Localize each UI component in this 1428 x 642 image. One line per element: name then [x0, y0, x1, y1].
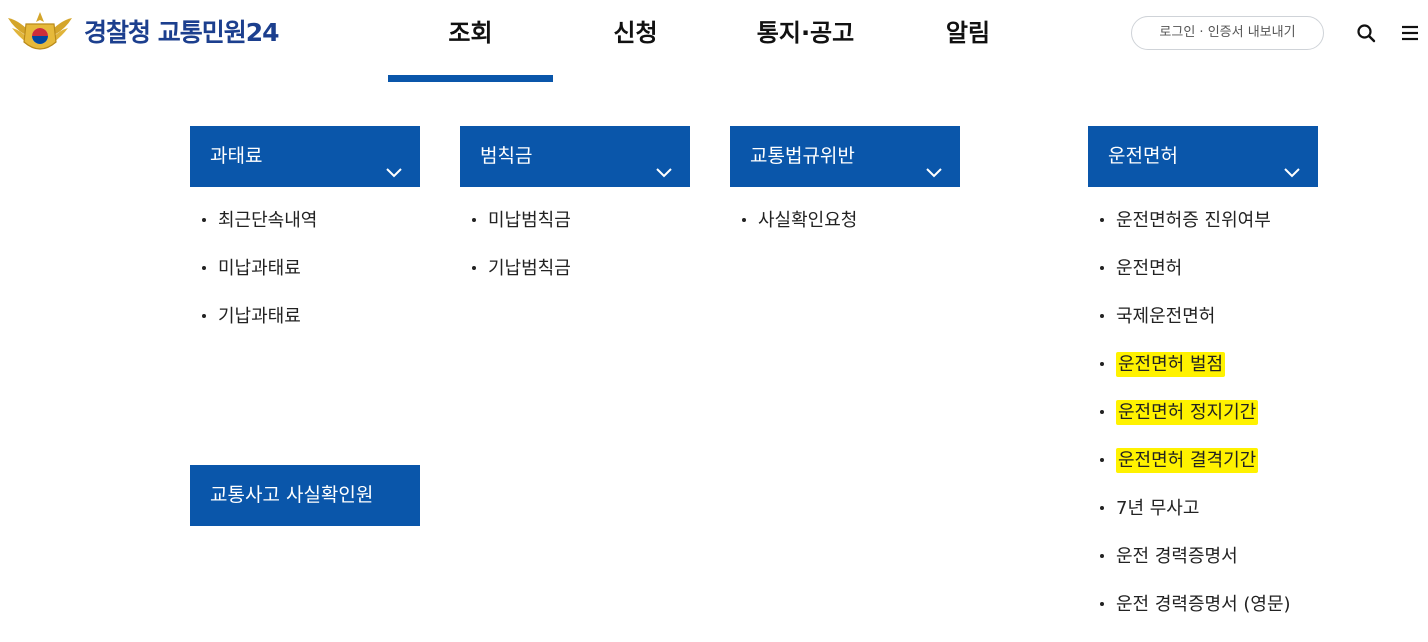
submenu-item: 운전 경력증명서 (영문) [1098, 581, 1291, 629]
link-driving-record-certificate[interactable]: 운전 경력증명서 [1116, 546, 1238, 567]
bullet [1100, 602, 1104, 606]
fines-submenu: 최근단속내역 미납과태료 기납과태료 [200, 197, 317, 341]
chevron-down-icon [1282, 146, 1302, 178]
link-international-license[interactable]: 국제운전면허 [1116, 306, 1215, 327]
submenu-item: 운전면허증 진위여부 [1098, 197, 1291, 245]
category-penalties-title: 범칙금 [480, 145, 533, 167]
link-driving-record-certificate-english[interactable]: 운전 경력증명서 (영문) [1116, 594, 1291, 615]
bullet [472, 266, 476, 270]
submenu-item: 운전면허 [1098, 245, 1291, 293]
category-accident-title: 교통사고 사실확인원 [210, 484, 374, 506]
link-unpaid-penalties[interactable]: 미납범칙금 [488, 210, 571, 231]
bullet [742, 218, 746, 222]
category-license-title: 운전면허 [1108, 145, 1178, 167]
chevron-down-icon [654, 146, 674, 178]
link-license-suspension-period[interactable]: 운전면허 정지기간 [1116, 400, 1259, 425]
link-fact-check-request[interactable]: 사실확인요청 [758, 210, 857, 231]
submenu-item: 국제운전면허 [1098, 293, 1291, 341]
nav-tab-alerts[interactable]: 알림 [928, 0, 1008, 82]
submenu-item: 운전 경력증명서 [1098, 533, 1291, 581]
menu-button[interactable] [1398, 21, 1422, 45]
submenu-item: 운전면허 결격기간 [1098, 437, 1291, 485]
nav-tab-lookup[interactable]: 조회 [388, 0, 553, 82]
nav-tab-notices[interactable]: 통지·공고 [743, 0, 868, 82]
license-submenu: 운전면허증 진위여부 운전면허 국제운전면허 운전면허 벌점 운전면허 정지기간… [1098, 197, 1291, 629]
hamburger-menu-icon [1402, 25, 1418, 41]
category-fines[interactable]: 과태료 [190, 126, 420, 187]
submenu-item: 미납과태료 [200, 245, 317, 293]
category-violations[interactable]: 교통법규위반 [730, 126, 960, 187]
bullet [202, 266, 206, 270]
link-license-disqualification-period[interactable]: 운전면허 결격기간 [1116, 448, 1259, 473]
submenu-item: 기납과태료 [200, 293, 317, 341]
page: 경찰청 교통민원24 조회 신청 통지·공고 알림 로그인 · 인증서 내보내기… [0, 0, 1428, 642]
bullet [472, 218, 476, 222]
search-icon [1357, 24, 1376, 43]
penalties-submenu: 미납범칙금 기납범칙금 [470, 197, 571, 293]
link-license-penalty-points[interactable]: 운전면허 벌점 [1116, 352, 1226, 377]
bullet [1100, 506, 1104, 510]
link-license-authenticity[interactable]: 운전면허증 진위여부 [1116, 210, 1271, 231]
link-unpaid-fines[interactable]: 미납과태료 [218, 258, 301, 279]
submenu-item: 사실확인요청 [740, 197, 857, 245]
link-paid-penalties[interactable]: 기납범칙금 [488, 258, 571, 279]
bullet [1100, 458, 1104, 462]
bullet [202, 218, 206, 222]
chevron-down-icon [924, 146, 944, 178]
nav-tab-apply[interactable]: 신청 [593, 0, 678, 82]
search-button[interactable] [1354, 21, 1378, 45]
bullet [1100, 362, 1104, 366]
submenu-item: 운전면허 벌점 [1098, 341, 1291, 389]
submenu-item: 최근단속내역 [200, 197, 317, 245]
bullet [1100, 554, 1104, 558]
link-license[interactable]: 운전면허 [1116, 258, 1182, 279]
category-violations-title: 교통법규위반 [750, 145, 855, 167]
bullet [1100, 218, 1104, 222]
category-license[interactable]: 운전면허 [1088, 126, 1318, 187]
submenu-item: 기납범칙금 [470, 245, 571, 293]
site-logo[interactable]: 경찰청 교통민원24 [4, 8, 279, 58]
police-emblem-icon [8, 12, 72, 50]
link-seven-year-accident-free[interactable]: 7년 무사고 [1116, 498, 1199, 519]
link-paid-fines[interactable]: 기납과태료 [218, 306, 301, 327]
violations-submenu: 사실확인요청 [740, 197, 857, 245]
category-fines-title: 과태료 [210, 145, 263, 167]
chevron-down-icon [384, 146, 404, 178]
submenu-item: 미납범칙금 [470, 197, 571, 245]
submenu-item: 7년 무사고 [1098, 485, 1291, 533]
category-accident-certificate[interactable]: 교통사고 사실확인원 [190, 465, 420, 526]
bullet [1100, 266, 1104, 270]
bullet [1100, 410, 1104, 414]
site-title: 경찰청 교통민원24 [84, 18, 279, 47]
submenu-item: 운전면허 정지기간 [1098, 389, 1291, 437]
login-certificate-button[interactable]: 로그인 · 인증서 내보내기 [1131, 16, 1324, 50]
bullet [202, 314, 206, 318]
bullet [1100, 314, 1104, 318]
category-penalties[interactable]: 범칙금 [460, 126, 690, 187]
link-recent-enforcement[interactable]: 최근단속내역 [218, 210, 317, 231]
